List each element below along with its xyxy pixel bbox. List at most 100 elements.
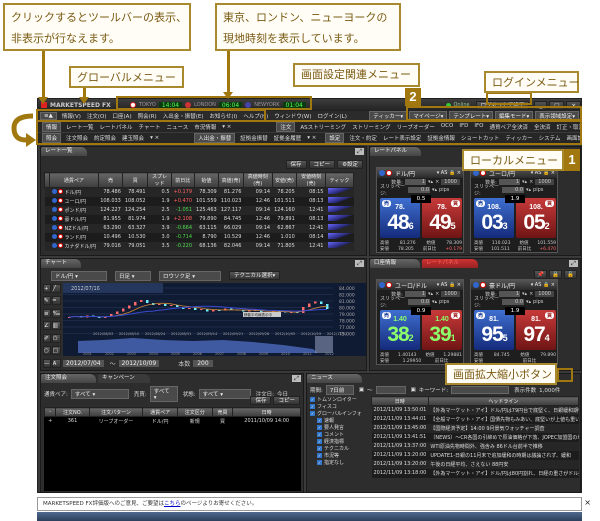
sell-price-button[interactable]: 売 81. 955	[474, 310, 514, 350]
global-menu-item[interactable]: 照会(R)	[135, 112, 160, 120]
tab-rate-panel-2[interactable]: レートパネル	[422, 259, 478, 268]
toolbar-button[interactable]: ストリーミング	[349, 123, 394, 131]
crosshair-tool-icon[interactable]: +	[43, 284, 51, 293]
checkbox-checked-icon[interactable]: ✓	[317, 432, 322, 437]
tab-campaign[interactable]: キャンペーン	[98, 374, 150, 383]
settings-dropdown[interactable]: マイページ▾	[409, 111, 448, 121]
column-header[interactable]: 注文NO.	[55, 407, 90, 417]
column-header[interactable]: ティック	[324, 172, 355, 188]
column-header[interactable]: 日時	[232, 407, 301, 417]
column-header[interactable]: 前日比	[171, 172, 195, 188]
technical-select-button[interactable]: テクニカル選択▾	[229, 271, 281, 280]
settings-dropdown[interactable]: 表示領域設定▾	[535, 111, 579, 121]
card-menu-icon[interactable]: ▾ AS 🔒 ×	[437, 170, 461, 176]
toolbar-button[interactable]: 全決済	[531, 123, 554, 131]
maximize-button[interactable]: □	[549, 100, 565, 110]
buy-price-button[interactable]: 買 78. 495	[422, 198, 462, 238]
checkbox-checked-icon[interactable]: ✓	[310, 404, 315, 409]
qty-input[interactable]: 1	[404, 179, 427, 185]
toolbar-button[interactable]: 市況情報	[191, 123, 219, 131]
chart-pair-select[interactable]: ドル/円 ▾	[51, 271, 107, 281]
tab-rate-panel[interactable]: レートパネル	[370, 147, 422, 156]
unit-select[interactable]: 1000	[441, 291, 460, 297]
circle-tool-icon[interactable]: ○	[43, 346, 51, 356]
table-row[interactable]: ドル/円 78.486 78.491 0.5 +0.179 78.309 81.276 09:…	[44, 187, 354, 197]
checkbox-checked-icon[interactable]: ✓	[317, 460, 322, 465]
toolbar-button[interactable]: ASストリーミング	[297, 123, 349, 131]
toolbar-button[interactable]: ニュース	[164, 123, 192, 131]
fib-tool-icon[interactable]: ‰	[51, 308, 61, 318]
slippage-stepper[interactable]: ▾▴	[526, 299, 531, 305]
sell-price-button[interactable]: 売 78. 486	[380, 198, 420, 238]
slippage-input[interactable]: 0.0	[408, 299, 430, 305]
panel-zoom-button[interactable]: ⤢	[355, 148, 364, 155]
chart-period-select[interactable]: 日足 ▾	[115, 271, 151, 281]
toolbar-expand-icon[interactable]: ▾ ×	[219, 124, 234, 130]
checkbox-checked-icon[interactable]: ✓	[317, 439, 322, 444]
toolbar-button[interactable]: ティッカー	[502, 134, 535, 142]
table-row[interactable]: ランド/円 10.496 10.530 3.0 -0.714 8.790 10.529 12:…	[44, 232, 354, 242]
news-period-end-input[interactable]	[375, 386, 406, 394]
notification-close-button[interactable]: ×	[584, 496, 591, 509]
news-source-item[interactable]: ✓ グローバルインフォ	[310, 410, 368, 417]
slippage-stepper[interactable]: ▾▴	[432, 187, 437, 193]
unit-select[interactable]: 1000	[535, 291, 554, 297]
panel-zoom-button[interactable]: ⤢	[569, 260, 578, 267]
save-button[interactable]: 保存	[285, 160, 307, 169]
chart-to-date[interactable]: 2012/10/09	[118, 360, 160, 367]
news-source-item[interactable]: ✓ トムソンロイター	[310, 396, 368, 403]
toolbar-button[interactable]: レートパネル	[97, 123, 136, 131]
column-header[interactable]: 高値時刻(売)	[242, 172, 273, 188]
unlock-icon[interactable]: 🔓	[564, 270, 577, 279]
tab-rate-list[interactable]: レート一覧	[41, 147, 87, 156]
chart-count-input[interactable]: 200	[193, 360, 213, 367]
news-source-item[interactable]: ✓ 速報	[310, 417, 368, 424]
calendar-icon[interactable]: ▣	[411, 387, 416, 393]
tab-account-info[interactable]: 口座情報	[370, 259, 420, 268]
table-row[interactable]: カナダドル/円 79.016 79.051 3.5 -0.220 68.136 82.046…	[44, 241, 354, 251]
news-row[interactable]: 2012/11/09 13:45:00 【国際経済予定】14:00 9月景気ウォッ…	[371, 423, 579, 433]
news-row[interactable]: 2012/11/09 13:37:00 WTI原油先物時間外、強含み 86ドル台前…	[371, 441, 579, 451]
polygon-tool-icon[interactable]: ⬠	[51, 333, 61, 343]
news-row[interactable]: 2012/11/09 13:20:00 UPDATE1-日銀の11月末で追加緩和の…	[371, 450, 579, 460]
qty-stepper[interactable]: ▾▴	[522, 291, 527, 297]
checkbox-checked-icon[interactable]: ✓	[317, 453, 322, 458]
news-row[interactable]: 2012/11/09 13:44:01 【全般マーケット・アイ】国債先物もみあい、…	[371, 414, 579, 424]
global-menu-item[interactable]: ウィンドウ(W)	[271, 112, 314, 120]
table-row[interactable]: NZドル/円 63.290 63.327 3.9 -0.664 63.115 66.029 0…	[44, 223, 354, 233]
global-menu-item[interactable]: 情報(V)	[59, 112, 84, 120]
tab-news[interactable]: ニュース	[307, 374, 362, 383]
toolbar-button[interactable]: 訂正・取消	[554, 123, 581, 131]
news-source-item[interactable]: ✓ 要人発言	[310, 424, 368, 431]
toolbar-button[interactable]: 注文照会	[63, 134, 91, 142]
toolbar-button[interactable]: IFO	[471, 123, 486, 131]
toolbar-button[interactable]: IFD	[456, 123, 471, 131]
buy-price-button[interactable]: 買 108. 052	[516, 198, 556, 238]
global-menu-item[interactable]: 注文(O)	[84, 112, 110, 120]
column-header[interactable]: 売	[97, 172, 124, 188]
news-row[interactable]: 2012/11/09 13:20:00 午後の日経平均、さえない 88円安	[371, 459, 579, 469]
toolbar-toggle-button[interactable]: ≡▲	[40, 112, 57, 120]
qty-input[interactable]: 1	[498, 179, 521, 185]
pair-filter-select[interactable]: すべて ▾	[70, 389, 129, 399]
unit-select[interactable]: 1000	[441, 179, 460, 185]
news-source-item[interactable]: ✓ 経済指標	[310, 438, 368, 445]
settings-dropdown[interactable]: テンプレート▾	[449, 111, 493, 121]
global-menu-item[interactable]: ヘルプ(H)	[240, 112, 271, 120]
gann-tool-icon[interactable]: ∠	[43, 321, 51, 331]
toolbar-button[interactable]: レート一覧	[63, 123, 97, 131]
toolbar-button[interactable]: リーブオーダー	[394, 123, 438, 131]
column-header[interactable]: 始値	[193, 172, 220, 188]
channel-tool-icon[interactable]: ≡	[43, 308, 51, 318]
settings-dropdown[interactable]: ティッカー▾	[369, 111, 408, 121]
global-menu-item[interactable]: お知らせ(I)	[207, 112, 241, 120]
copy-button[interactable]: コピー	[308, 160, 336, 169]
news-period-input[interactable]: 7日前	[325, 385, 354, 395]
toolbar-button[interactable]: チャート	[136, 123, 164, 131]
global-menu-item[interactable]: ログイン(L)	[314, 112, 349, 120]
news-source-item[interactable]: ✓ コメント	[310, 431, 368, 438]
rect-tool-icon[interactable]: □	[51, 346, 61, 356]
column-header[interactable]: 高値(売)	[218, 172, 244, 188]
table-row[interactable]: 豪ドル/円 81.955 81.974 1.9 +2.108 79.890 84.745 12…	[44, 214, 354, 224]
line-tool-icon[interactable]: ╱	[51, 284, 61, 293]
